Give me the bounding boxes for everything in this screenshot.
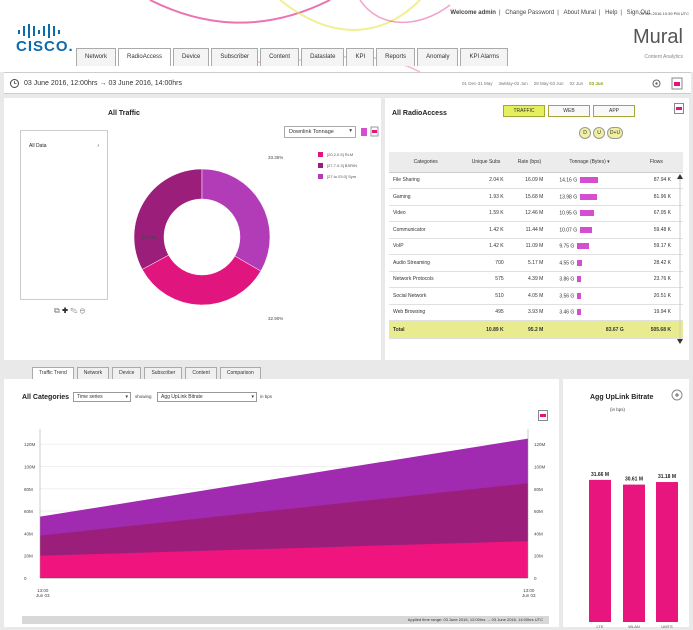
agg-category-label: LTE (596, 624, 603, 629)
agg-bar[interactable] (623, 484, 645, 622)
agg-category-label: UMTS (661, 624, 673, 629)
agg-bar[interactable] (589, 479, 611, 622)
agg-bar-value-label: 31.66 M (591, 472, 609, 478)
agg-bar-value-label: 30.61 M (625, 477, 643, 483)
agg-bar-value-label: 31.18 M (658, 474, 676, 480)
agg-bar[interactable] (656, 482, 678, 622)
agg-category-label: WLAN (628, 624, 640, 629)
agg-uplink-bar-chart: 31.66 M LTE 30.61 M WLAN 31.18 M UMTS (589, 472, 678, 629)
